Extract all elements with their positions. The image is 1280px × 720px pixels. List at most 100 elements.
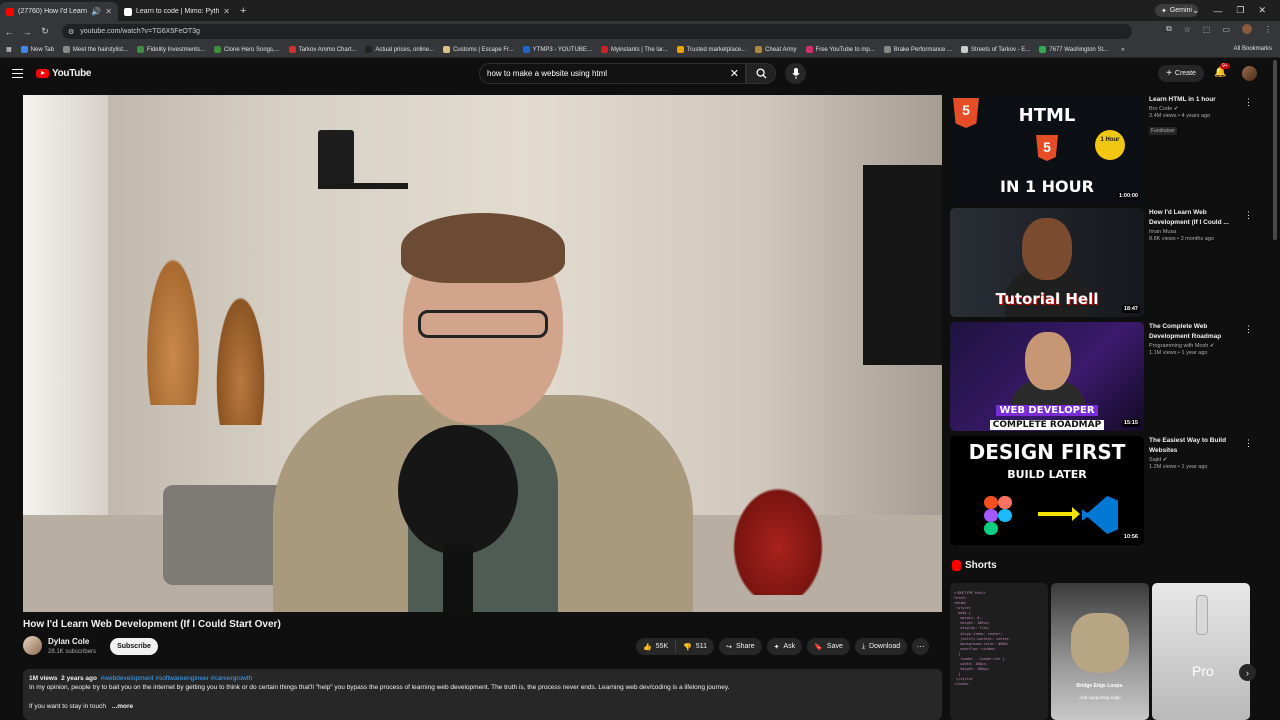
like-button[interactable]: 👍 55K bbox=[636, 641, 677, 652]
all-bookmarks[interactable]: All Bookmarks bbox=[1234, 46, 1272, 52]
short-item[interactable]: <!DOCTYPE html> <html> <head> <style> body… bbox=[950, 583, 1048, 720]
channel-name[interactable]: Sajid bbox=[1149, 457, 1161, 463]
bookmark-item[interactable]: YTMP3 - YOUTUBE... bbox=[522, 46, 592, 53]
new-tab-icon[interactable]: + bbox=[240, 5, 246, 17]
save-button[interactable]: 🔖 Save bbox=[807, 638, 850, 655]
search-input[interactable]: how to make a website using html ✕ bbox=[479, 63, 746, 84]
more-options-icon[interactable]: ⋮ bbox=[1244, 97, 1253, 108]
channel-name[interactable]: Programming with Mosh bbox=[1149, 343, 1208, 349]
video-player[interactable] bbox=[23, 95, 942, 612]
more-bookmarks-icon[interactable]: » bbox=[1121, 47, 1124, 53]
bookmark-item[interactable]: Customs | Escape Fr... bbox=[443, 46, 514, 53]
hashtags[interactable]: #webdevelopment #softwareengineer #caree… bbox=[101, 675, 252, 682]
bookmark-label: Fidelity Investments... bbox=[146, 46, 205, 53]
video-thumbnail[interactable]: 5 HTML 5 1 Hour IN 1 HOUR 1:00:00 bbox=[950, 95, 1144, 204]
download-button[interactable]: ⤓ Download bbox=[854, 638, 908, 655]
create-button[interactable]: + Create bbox=[1158, 65, 1204, 82]
bookmark-item[interactable]: 7677 Washington St... bbox=[1039, 46, 1108, 53]
minimize-icon[interactable]: — bbox=[1213, 6, 1222, 16]
cast-icon[interactable]: ⧉ bbox=[1166, 24, 1172, 34]
share-icon: ↪ bbox=[726, 643, 732, 651]
voice-search-button[interactable] bbox=[785, 63, 806, 84]
recommendation-item[interactable]: 5 HTML 5 1 Hour IN 1 HOUR 1:00:00 Learn … bbox=[950, 95, 1255, 205]
more-actions-icon[interactable]: ⋯ bbox=[912, 638, 930, 655]
channel-name[interactable]: Dylan Cole bbox=[48, 637, 89, 646]
description-box[interactable]: 1M views 2 years ago #webdevelopment #so… bbox=[23, 669, 942, 720]
recommendation-title[interactable]: The Easiest Way to Build Websites bbox=[1149, 436, 1241, 456]
forward-icon[interactable]: → bbox=[18, 27, 36, 37]
account-avatar[interactable] bbox=[1242, 66, 1257, 81]
bookmark-favicon-icon bbox=[443, 46, 451, 53]
youtube-logo[interactable]: YouTube bbox=[36, 68, 92, 79]
bookmark-item[interactable]: New Tab bbox=[20, 46, 54, 53]
show-more-button[interactable]: ...more bbox=[112, 703, 133, 710]
bookmark-item[interactable]: Streets of Tarkov - E... bbox=[961, 46, 1030, 53]
address-bar[interactable]: ⚙ youtube.com/watch?v=TG6X5FeOT3g bbox=[62, 24, 1132, 39]
more-options-icon[interactable]: ⋮ bbox=[1244, 438, 1253, 449]
short-item[interactable]: Bridge Edge Loops. Add supporting edge bbox=[1051, 583, 1149, 720]
apps-grid-icon[interactable]: ▦ bbox=[6, 46, 12, 53]
recommendation-item[interactable]: WEB DEVELOPER COMPLETE ROADMAP 15:15 The… bbox=[950, 322, 1255, 432]
search-button[interactable] bbox=[746, 63, 776, 84]
thumb-person-face bbox=[1025, 332, 1071, 390]
ask-label: Ask bbox=[783, 643, 796, 650]
notifications-button[interactable]: 🔔 9+ bbox=[1214, 63, 1230, 78]
bookmark-item[interactable]: Cheat Army bbox=[755, 46, 797, 53]
site-info-icon[interactable]: ⚙ bbox=[68, 28, 74, 36]
video-thumbnail[interactable]: WEB DEVELOPER COMPLETE ROADMAP 15:15 bbox=[950, 322, 1144, 431]
close-tab-icon[interactable]: ✕ bbox=[223, 7, 230, 16]
browser-menu-icon[interactable]: ⋮ bbox=[1264, 25, 1272, 34]
recommendation-channel[interactable]: Iman Musa bbox=[1149, 229, 1241, 235]
bookmark-item[interactable]: Tarkov Ammo Chart... bbox=[288, 46, 356, 53]
browser-tab-youtube[interactable]: (27760) How I'd Learn Web Development 🔊 … bbox=[0, 2, 118, 21]
video-thumbnail[interactable]: DESIGN FIRST BUILD LATER 10:56 bbox=[950, 436, 1144, 545]
extensions-icon[interactable]: ⬚ bbox=[1203, 25, 1211, 34]
short-item[interactable]: Pro bbox=[1152, 583, 1250, 720]
bookmark-item[interactable]: Clone Hero Songs,... bbox=[213, 46, 280, 53]
download-label: Download bbox=[868, 643, 901, 650]
fundraiser-badge: Fundraiser bbox=[1149, 126, 1177, 135]
profile-avatar[interactable] bbox=[1242, 24, 1252, 34]
hamburger-menu-icon[interactable] bbox=[12, 69, 23, 78]
bookmarks-bar: ▦ New Tab Meet the hairstylist... Fidelity… bbox=[0, 42, 1280, 58]
bookmark-star-icon[interactable]: ☆ bbox=[1184, 25, 1191, 34]
restore-icon[interactable]: ❐ bbox=[1236, 5, 1244, 16]
video-thumbnail[interactable]: Tutorial Hell 18:47 bbox=[950, 208, 1144, 317]
more-options-icon[interactable]: ⋮ bbox=[1244, 210, 1253, 221]
shorts-next-arrow-icon[interactable]: › bbox=[1239, 664, 1256, 681]
clear-search-icon[interactable]: ✕ bbox=[730, 67, 739, 80]
channel-avatar[interactable] bbox=[23, 636, 42, 655]
video-mic-stand bbox=[443, 545, 473, 612]
share-button[interactable]: ↪ Share bbox=[719, 638, 762, 655]
recommendation-title[interactable]: Learn HTML in 1 hour bbox=[1149, 95, 1241, 105]
view-count: 1M views bbox=[29, 675, 58, 682]
browser-tab-mimo[interactable]: Learn to code | Mimo: Python, JavaScript… bbox=[118, 2, 236, 21]
bookmark-label: Customs | Escape Fr... bbox=[453, 46, 514, 53]
recommendation-item[interactable]: DESIGN FIRST BUILD LATER 10:56 The Easie… bbox=[950, 436, 1255, 546]
bookmark-item[interactable]: Myinstants | The lar... bbox=[600, 46, 668, 53]
more-options-icon[interactable]: ⋮ bbox=[1244, 324, 1253, 335]
bookmark-item[interactable]: Brake Performance ... bbox=[883, 46, 952, 53]
page-scrollbar[interactable] bbox=[1273, 60, 1277, 240]
recommendation-title[interactable]: How I'd Learn Web Development (If I Coul… bbox=[1149, 208, 1241, 228]
bookmark-item[interactable]: Free YouTube to mp... bbox=[805, 46, 875, 53]
tab-search-icon[interactable]: ⌄ bbox=[1192, 5, 1200, 16]
recommendation-item[interactable]: Tutorial Hell 18:47 How I'd Learn Web De… bbox=[950, 208, 1255, 318]
close-tab-icon[interactable]: ✕ bbox=[105, 7, 112, 16]
back-icon[interactable]: ← bbox=[0, 27, 18, 37]
bookmark-item[interactable]: Fidelity Investments... bbox=[136, 46, 205, 53]
side-panel-icon[interactable]: ▭ bbox=[1222, 25, 1230, 34]
subscribe-button[interactable]: Subscribe bbox=[110, 638, 158, 655]
bookmark-item[interactable]: Actual prices, online... bbox=[365, 46, 434, 53]
dislike-button[interactable]: 👎 511 bbox=[676, 643, 714, 651]
description-text: In my opinion, people try to bait you on… bbox=[29, 684, 730, 691]
bottle-image bbox=[1196, 595, 1208, 635]
ask-button[interactable]: ✦ Ask bbox=[766, 638, 803, 655]
bookmark-item[interactable]: Meet the hairstylist... bbox=[62, 46, 128, 53]
channel-name[interactable]: Bro Code bbox=[1149, 106, 1172, 112]
reload-icon[interactable]: ↻ bbox=[36, 26, 54, 37]
shorts-heading: Shorts bbox=[952, 560, 997, 571]
bookmark-item[interactable]: Trusted marketplace... bbox=[676, 46, 746, 53]
recommendation-title[interactable]: The Complete Web Development Roadmap bbox=[1149, 322, 1241, 342]
close-window-icon[interactable]: ✕ bbox=[1258, 5, 1266, 16]
